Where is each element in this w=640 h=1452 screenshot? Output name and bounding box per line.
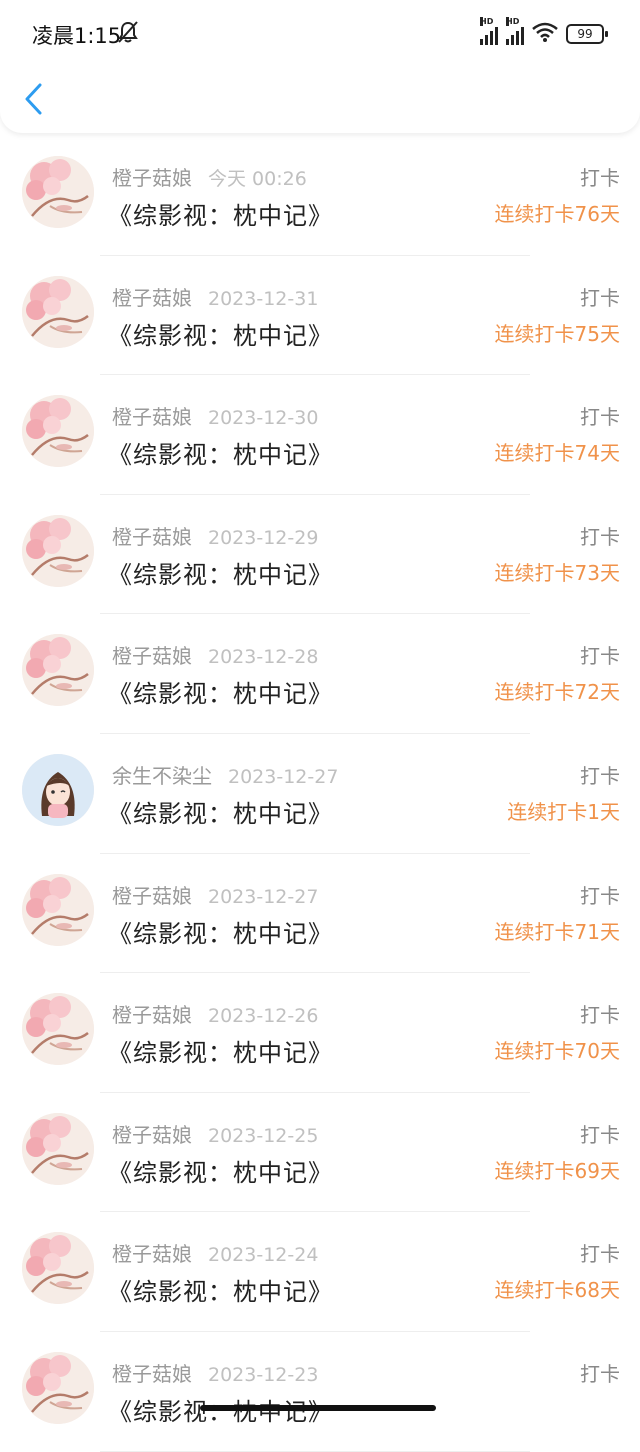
post-date: 2023-12-30 — [208, 407, 319, 430]
home-indicator[interactable] — [200, 1405, 436, 1411]
checkin-label: 打卡 — [580, 1361, 620, 1386]
post-date: 2023-12-28 — [208, 646, 319, 669]
list-item[interactable]: 橙子菇娘 2023-12-27 《综影视：枕中记》 打卡 连续打卡71天 — [0, 854, 640, 974]
streak-label: 连续打卡71天 — [494, 919, 620, 944]
back-button[interactable] — [22, 82, 48, 116]
streak-label: 连续打卡74天 — [494, 441, 620, 466]
list-item[interactable]: 橙子菇娘 2023-12-31 《综影视：枕中记》 打卡 连续打卡75天 — [0, 256, 640, 376]
user-name: 橙子菇娘 今天 00:26 — [112, 166, 307, 190]
user-name: 橙子菇娘 2023-12-24 — [112, 1242, 319, 1267]
list-item[interactable]: 橙子菇娘 2023-12-28 《综影视：枕中记》 打卡 连续打卡72天 — [0, 614, 640, 734]
book-title: 《综影视：枕中记》 — [108, 441, 333, 470]
checkin-label: 打卡 — [580, 285, 620, 310]
user-name: 橙子菇娘 2023-12-29 — [112, 524, 319, 549]
wifi-icon — [532, 22, 558, 46]
status-time: 凌晨1:15 — [32, 24, 122, 48]
checkin-label: 打卡 — [580, 405, 620, 430]
book-title: 《综影视：枕中记》 — [108, 799, 333, 828]
checkin-list: 橙子菇娘 今天 00:26 《综影视：枕中记》 打卡 连续打卡76天 橙子菇娘 20… — [0, 136, 640, 1452]
post-date: 2023-12-27 — [208, 885, 319, 908]
book-title: 《综影视：枕中记》 — [108, 560, 333, 589]
cherry-blossom-avatar — [22, 395, 94, 468]
list-item[interactable]: 橙子菇娘 2023-12-30 《综影视：枕中记》 打卡 连续打卡74天 — [0, 375, 640, 495]
checkin-label: 打卡 — [580, 1003, 620, 1028]
battery-icon: 99 — [566, 24, 608, 44]
user-name: 橙子菇娘 2023-12-30 — [112, 405, 319, 430]
book-title: 《综影视：枕中记》 — [108, 1039, 333, 1068]
checkin-label: 打卡 — [580, 1242, 620, 1267]
post-date: 2023-12-26 — [208, 1005, 319, 1028]
streak-label: 连续打卡73天 — [494, 560, 620, 585]
user-name: 橙子菇娘 2023-12-28 — [112, 644, 319, 669]
streak-label: 连续打卡76天 — [494, 202, 620, 226]
list-item[interactable]: 橙子菇娘 今天 00:26 《综影视：枕中记》 打卡 连续打卡76天 — [0, 136, 640, 256]
post-date: 2023-12-24 — [208, 1244, 319, 1267]
cherry-blossom-avatar — [22, 275, 94, 348]
book-title: 《综影视：枕中记》 — [108, 919, 333, 948]
cherry-blossom-avatar — [22, 634, 94, 707]
streak-label: 连续打卡75天 — [494, 321, 620, 346]
bell-off-icon — [117, 20, 139, 48]
cherry-blossom-avatar — [22, 156, 94, 228]
status-bar: 凌晨1:15 HD HD 99 — [0, 0, 640, 68]
user-name: 橙子菇娘 2023-12-26 — [112, 1003, 319, 1028]
post-date: 2023-12-23 — [208, 1363, 319, 1386]
signal-icon: HD — [480, 17, 498, 45]
post-date: 2023-12-29 — [208, 526, 319, 549]
checkin-label: 打卡 — [580, 644, 620, 669]
cherry-blossom-avatar — [22, 1351, 94, 1424]
chevron-left-icon — [25, 83, 42, 115]
cherry-blossom-avatar — [22, 514, 94, 587]
girl-avatar — [22, 753, 94, 826]
list-item[interactable]: 橙子菇娘 2023-12-29 《综影视：枕中记》 打卡 连续打卡73天 — [0, 495, 640, 615]
streak-label: 连续打卡1天 — [507, 799, 620, 824]
streak-label: 连续打卡69天 — [494, 1158, 620, 1183]
book-title: 《综影视：枕中记》 — [108, 1158, 333, 1187]
hd-label: HD — [480, 17, 494, 26]
cherry-blossom-avatar — [22, 873, 94, 946]
checkin-label: 打卡 — [580, 524, 620, 549]
post-date: 今天 00:26 — [208, 168, 307, 190]
list-item[interactable]: 橙子菇娘 2023-12-25 《综影视：枕中记》 打卡 连续打卡69天 — [0, 1093, 640, 1213]
user-name: 橙子菇娘 2023-12-25 — [112, 1122, 319, 1147]
cherry-blossom-avatar — [22, 1232, 94, 1305]
book-title: 《综影视：枕中记》 — [108, 321, 333, 350]
user-name: 余生不染尘 2023-12-27 — [112, 763, 339, 788]
book-title: 《综影视：枕中记》 — [108, 202, 333, 230]
list-item[interactable]: 橙子菇娘 2023-12-23 《综影视：枕中记》 打卡 — [0, 1332, 640, 1452]
user-name: 橙子菇娘 2023-12-27 — [112, 883, 319, 908]
book-title: 《综影视：枕中记》 — [108, 1278, 333, 1307]
user-name: 橙子菇娘 2023-12-23 — [112, 1361, 319, 1386]
cherry-blossom-avatar — [22, 1112, 94, 1185]
cherry-blossom-avatar — [22, 993, 94, 1066]
list-item[interactable]: 橙子菇娘 2023-12-26 《综影视：枕中记》 打卡 连续打卡70天 — [0, 973, 640, 1093]
hd-label-2: HD — [506, 17, 520, 26]
user-name: 橙子菇娘 2023-12-31 — [112, 285, 319, 310]
post-date: 2023-12-27 — [228, 765, 339, 788]
signal-icon-2: HD — [506, 17, 524, 45]
system-icons: HD HD 99 — [480, 17, 608, 46]
streak-label: 连续打卡72天 — [494, 680, 620, 705]
streak-label: 连续打卡68天 — [494, 1278, 620, 1303]
book-title: 《综影视：枕中记》 — [108, 680, 333, 709]
checkin-label: 打卡 — [580, 763, 620, 788]
post-date: 2023-12-31 — [208, 287, 319, 310]
checkin-label: 打卡 — [580, 166, 620, 190]
list-item[interactable]: 余生不染尘 2023-12-27 《综影视：枕中记》 打卡 连续打卡1天 — [0, 734, 640, 854]
top-bar: 凌晨1:15 HD HD 99 — [0, 0, 640, 133]
checkin-label: 打卡 — [580, 883, 620, 908]
streak-label: 连续打卡70天 — [494, 1039, 620, 1064]
divider — [100, 1450, 530, 1452]
checkin-label: 打卡 — [580, 1122, 620, 1147]
list-item[interactable]: 橙子菇娘 2023-12-24 《综影视：枕中记》 打卡 连续打卡68天 — [0, 1212, 640, 1332]
post-date: 2023-12-25 — [208, 1124, 319, 1147]
